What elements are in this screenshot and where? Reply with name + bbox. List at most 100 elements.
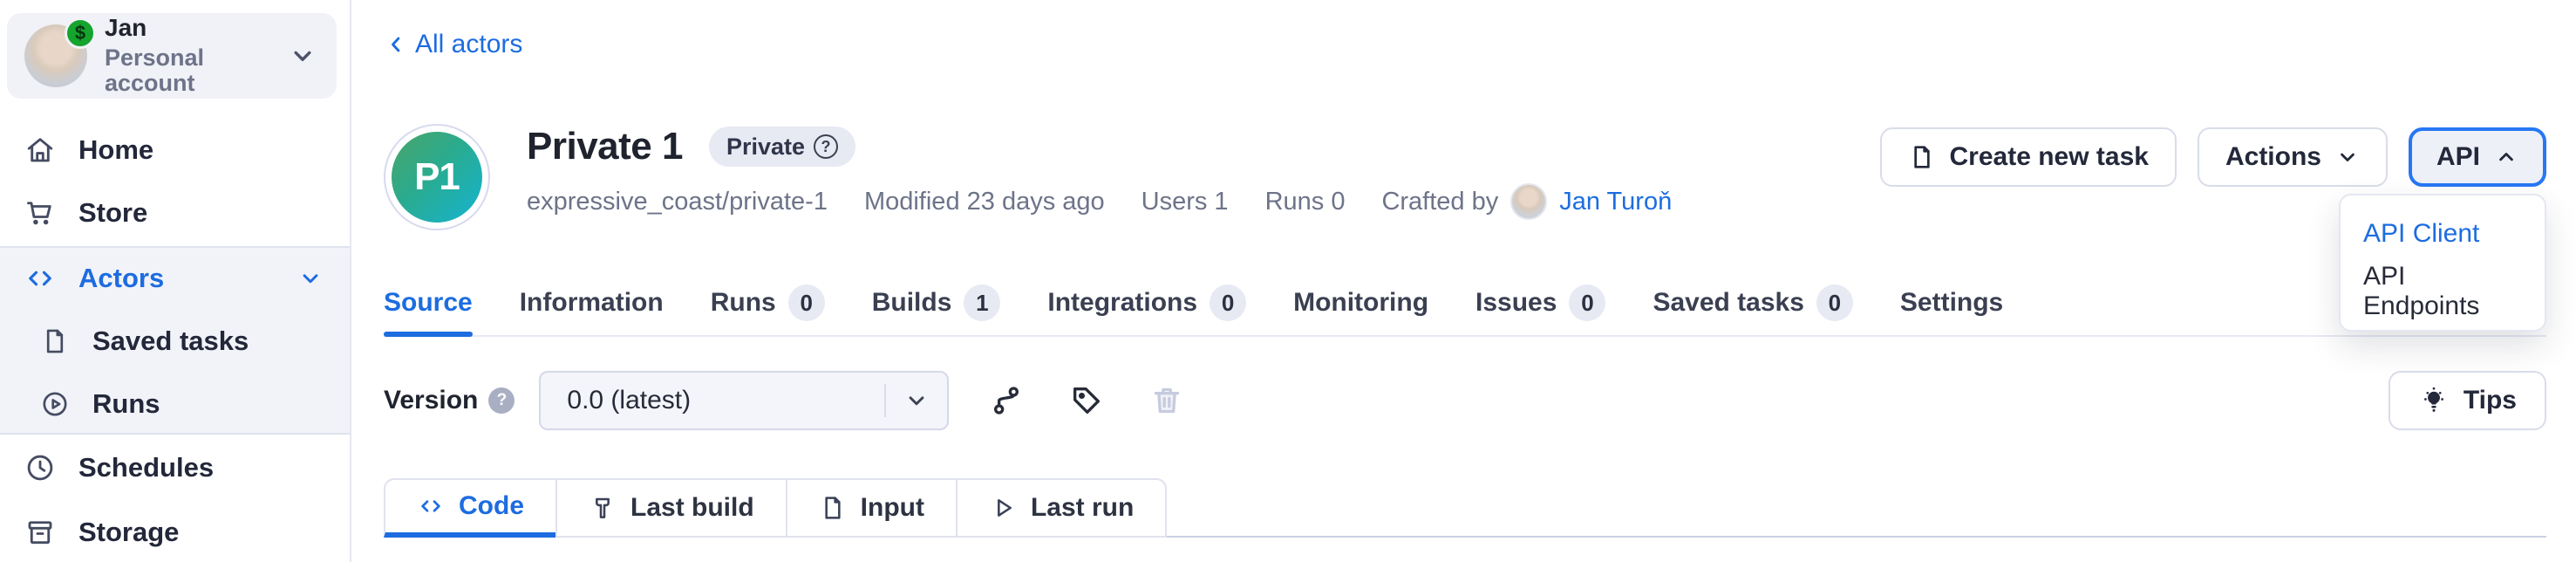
sidebar-item-label: Runs xyxy=(92,388,160,420)
home-icon xyxy=(24,134,56,166)
actions-button[interactable]: Actions xyxy=(2198,127,2388,187)
menu-item-api-client[interactable]: API Client xyxy=(2341,205,2545,263)
version-select[interactable]: 0.0 (latest) xyxy=(539,371,949,430)
tab-settings[interactable]: Settings xyxy=(1900,271,2003,335)
tab-information[interactable]: Information xyxy=(520,271,664,335)
actor-meta: expressive_coast/private-1 Modified 23 d… xyxy=(527,183,1672,220)
page-title: Private 1 xyxy=(527,126,683,168)
sidebar-item-actors[interactable]: Actors xyxy=(0,248,350,309)
source-subtabs: Code Last build Input Last run xyxy=(384,478,1167,538)
tab-label: Information xyxy=(520,288,664,318)
api-dropdown-menu: API Client API Endpoints xyxy=(2339,194,2546,332)
avatar-initials: P1 xyxy=(392,132,482,223)
storage-box-icon xyxy=(24,517,56,548)
tab-monitoring[interactable]: Monitoring xyxy=(1293,271,1428,335)
sidebar-item-home[interactable]: Home xyxy=(0,120,350,181)
tab-saved-tasks[interactable]: Saved tasks 0 xyxy=(1653,271,1852,335)
chevron-down-icon xyxy=(288,41,317,71)
play-circle-icon xyxy=(40,389,70,419)
header-texts: Private 1 Private ? expressive_coast/pri… xyxy=(527,124,1672,220)
trash-button[interactable] xyxy=(1149,383,1184,418)
subtab-label: Last run xyxy=(1031,493,1134,523)
author-avatar xyxy=(1510,183,1547,220)
git-branch-button[interactable] xyxy=(989,383,1024,418)
tab-label: Settings xyxy=(1900,288,2003,318)
sidebar-item-label: Schedules xyxy=(78,452,214,483)
sidebar: $ Jan Personal account Home Store xyxy=(0,0,351,562)
sidebar-item-storage[interactable]: Storage xyxy=(0,502,350,562)
account-switcher[interactable]: $ Jan Personal account xyxy=(7,13,337,99)
menu-item-api-endpoints[interactable]: API Endpoints xyxy=(2341,263,2545,320)
api-button[interactable]: API xyxy=(2409,127,2546,187)
sidebar-item-label: Saved tasks xyxy=(92,326,249,357)
sidebar-item-store[interactable]: Store xyxy=(0,182,350,243)
crafted-by: Crafted by Jan Turoň xyxy=(1381,183,1672,220)
create-new-task-label: Create new task xyxy=(1950,142,2149,172)
sidebar-item-saved-tasks[interactable]: Saved tasks xyxy=(0,311,350,372)
author-link[interactable]: Jan Turoň xyxy=(1559,188,1672,216)
build-hammer-icon xyxy=(589,494,617,522)
subtab-label: Last build xyxy=(630,493,754,523)
subtab-label: Input xyxy=(861,493,924,523)
api-label: API xyxy=(2436,142,2480,172)
store-cart-icon xyxy=(24,197,56,229)
lightbulb-icon xyxy=(2418,385,2450,416)
chevron-up-icon xyxy=(2494,145,2518,169)
tab-count-badge: 0 xyxy=(1569,284,1605,321)
tab-builds[interactable]: Builds 1 xyxy=(872,271,1001,335)
chevron-down-icon xyxy=(2335,145,2360,169)
account-name: Jan xyxy=(105,15,288,42)
sidebar-item-label: Store xyxy=(78,197,147,229)
account-type: Personal account xyxy=(105,45,288,97)
tab-label: Source xyxy=(384,288,473,318)
header-actions: Create new task Actions API xyxy=(1880,127,2546,187)
tag-button[interactable] xyxy=(1069,383,1104,418)
back-to-all-actors-link[interactable]: All actors xyxy=(384,30,522,59)
chevron-down-icon xyxy=(886,387,947,414)
play-icon xyxy=(989,494,1017,522)
actor-tabbar: Source Information Runs 0 Builds 1 Integ… xyxy=(384,271,2546,337)
actions-label: Actions xyxy=(2225,142,2321,172)
visibility-badge: Private ? xyxy=(709,127,855,167)
tab-label: Monitoring xyxy=(1293,288,1428,318)
modified-date: Modified 23 days ago xyxy=(864,188,1105,216)
tab-runs[interactable]: Runs 0 xyxy=(711,271,825,335)
help-icon[interactable]: ? xyxy=(488,387,515,414)
badge-label: Private xyxy=(726,134,805,161)
tab-label: Issues xyxy=(1475,288,1557,318)
actor-detail-page: $ Jan Personal account Home Store xyxy=(0,0,2576,562)
tips-label: Tips xyxy=(2464,386,2517,415)
subtab-label: Code xyxy=(459,491,524,521)
main-content: All actors P1 Private 1 Private ? expres… xyxy=(353,0,2576,562)
tab-integrations[interactable]: Integrations 0 xyxy=(1047,271,1246,335)
clock-icon xyxy=(24,452,56,483)
tab-count-badge: 1 xyxy=(964,284,1000,321)
tab-issues[interactable]: Issues 0 xyxy=(1475,271,1605,335)
tab-label: Saved tasks xyxy=(1653,288,1803,318)
runs-count: Runs 0 xyxy=(1265,188,1346,216)
tips-button[interactable]: Tips xyxy=(2389,371,2546,430)
version-label: Version xyxy=(384,386,478,415)
sidebar-item-runs[interactable]: Runs xyxy=(0,374,350,435)
tab-count-badge: 0 xyxy=(788,284,825,321)
actor-path: expressive_coast/private-1 xyxy=(527,188,828,216)
subtab-last-run[interactable]: Last run xyxy=(956,478,1167,538)
tab-source[interactable]: Source xyxy=(384,271,473,335)
code-brackets-icon xyxy=(417,492,445,520)
back-link-label: All actors xyxy=(415,30,522,59)
tab-count-badge: 0 xyxy=(1816,284,1853,321)
sidebar-item-schedules[interactable]: Schedules xyxy=(0,437,350,498)
subtab-input[interactable]: Input xyxy=(786,478,957,538)
tab-label: Runs xyxy=(711,288,776,318)
code-brackets-icon xyxy=(24,263,56,294)
document-icon xyxy=(819,494,847,522)
user-avatar: $ xyxy=(24,24,87,87)
crafted-by-label: Crafted by xyxy=(1381,188,1498,216)
account-text: Jan Personal account xyxy=(105,15,288,97)
sidebar-item-label: Storage xyxy=(78,517,179,548)
help-icon[interactable]: ? xyxy=(814,134,838,159)
subtab-last-build[interactable]: Last build xyxy=(555,478,787,538)
subtab-code[interactable]: Code xyxy=(384,478,557,538)
document-icon xyxy=(40,326,70,356)
create-new-task-button[interactable]: Create new task xyxy=(1880,127,2177,187)
